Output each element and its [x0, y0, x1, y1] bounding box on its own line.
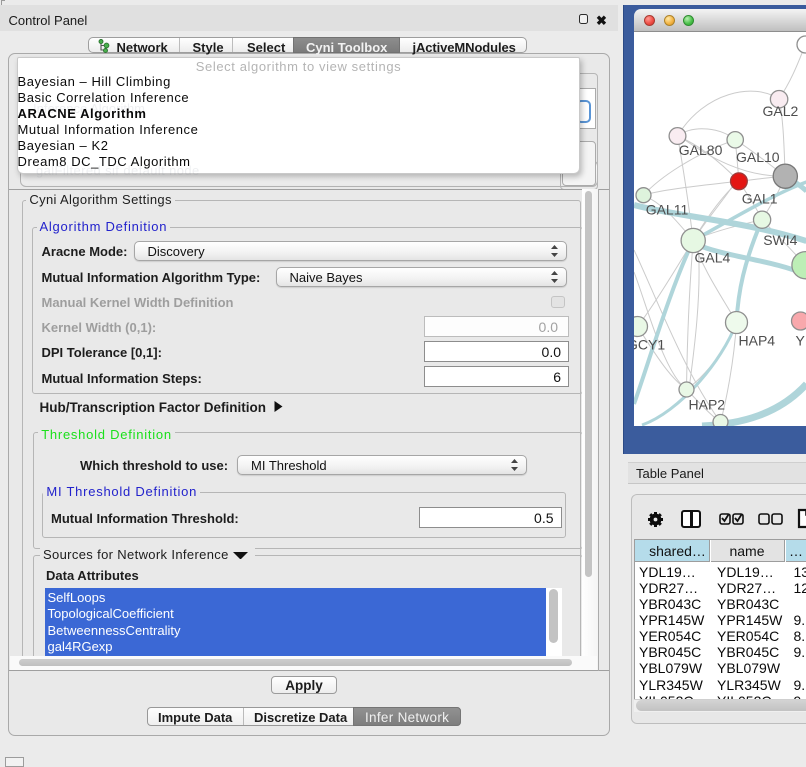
svg-text:GCY1: GCY1	[634, 336, 665, 352]
svg-text:GAL2: GAL2	[762, 103, 798, 119]
svg-text:GAL4: GAL4	[694, 249, 730, 265]
svg-text:SWI4: SWI4	[763, 231, 797, 247]
svg-text:GAL1: GAL1	[741, 190, 777, 206]
svg-text:GAL80: GAL80	[678, 142, 722, 158]
svg-text:Y: Y	[795, 332, 805, 348]
svg-text:HAP2: HAP2	[688, 396, 725, 412]
svg-text:GAL10: GAL10	[736, 149, 780, 165]
svg-text:HAP4: HAP4	[738, 332, 775, 348]
svg-text:GAL11: GAL11	[645, 201, 688, 217]
